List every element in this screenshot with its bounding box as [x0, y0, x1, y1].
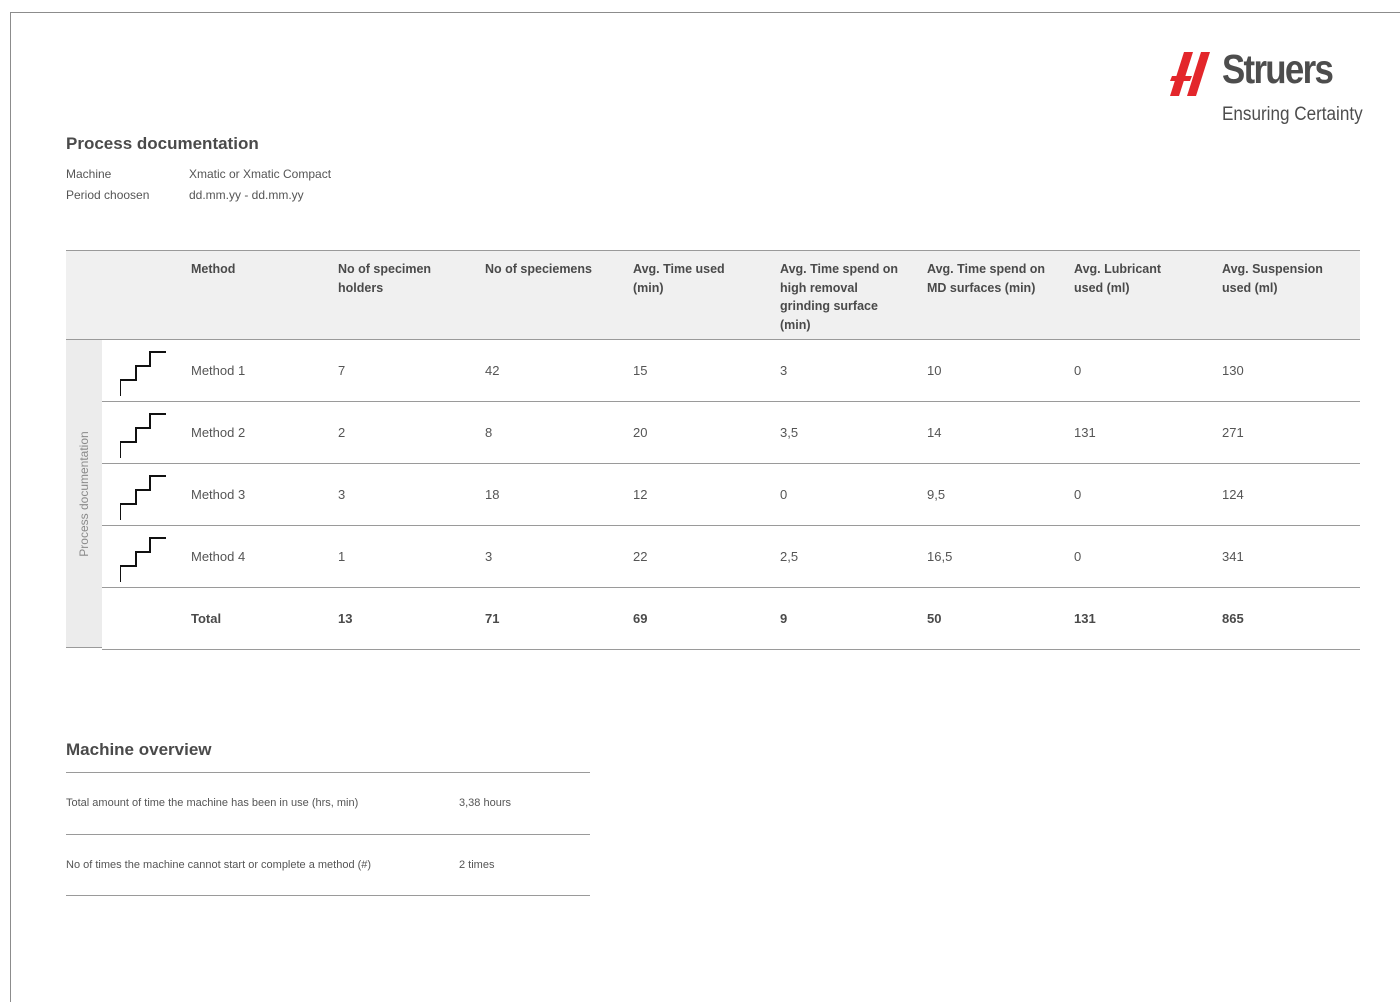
period-value: dd.mm.yy - dd.mm.yy: [189, 188, 304, 202]
table-cell: 0: [1074, 363, 1082, 378]
table-cell: 341: [1222, 549, 1244, 564]
divider: [66, 895, 590, 896]
brand-name: Struers: [1222, 46, 1334, 92]
total-cell: 69: [633, 611, 648, 626]
table-cell: 12: [633, 487, 648, 502]
method-cell: Method 2: [191, 425, 246, 440]
table-cell: 8: [485, 425, 493, 440]
method-cell: Method 4: [191, 549, 246, 564]
total-cell: 71: [485, 611, 500, 626]
machine-value: Xmatic or Xmatic Compact: [189, 167, 332, 181]
table-cell: 131: [1074, 425, 1096, 440]
total-label: Total: [191, 611, 222, 626]
page-title: Process documentation: [66, 134, 259, 153]
table-cell: 22: [633, 549, 648, 564]
table-cell: 130: [1222, 363, 1244, 378]
side-band: Process documentation: [66, 340, 102, 648]
table-row: Method 1 7 42 15 3 10 0 130: [102, 340, 1360, 402]
table-cell: 3: [780, 363, 788, 378]
column-header: No of specimen holders: [338, 262, 432, 295]
overview-value: 2 times: [459, 859, 495, 871]
table-cell: 15: [633, 363, 648, 378]
table-row: Method 4 1 3 22 2,5 16,5 0 341: [102, 526, 1360, 588]
table-total-row: Total 13 71 69 9 50 131 865: [102, 588, 1360, 650]
machine-label: Machine: [66, 167, 112, 181]
struers-logo: Struers Ensuring Certainty: [1170, 46, 1363, 130]
overview-label: No of times the machine cannot start or …: [66, 859, 372, 871]
table-cell: 42: [485, 363, 500, 378]
stairs-icon: [120, 537, 166, 582]
column-header: Avg. Time used (min): [633, 262, 725, 295]
table-cell: 2,5: [780, 549, 799, 564]
table-cell: 0: [1074, 487, 1082, 502]
table-cell: 16,5: [927, 549, 953, 564]
column-header: Avg. Time spend on high removal grinding…: [780, 262, 899, 332]
column-header: Avg. Time spend on MD surfaces (min): [927, 262, 1046, 295]
table-cell: 3: [338, 487, 346, 502]
overview-value: 3,38 hours: [459, 797, 511, 809]
table-cell: 124: [1222, 487, 1244, 502]
table-cell: 14: [927, 425, 942, 440]
side-label: Process documentation: [77, 431, 91, 557]
column-header: Avg. Suspension used (ml): [1222, 262, 1323, 295]
table-cell: 20: [633, 425, 648, 440]
divider: [66, 834, 590, 835]
table-cell: 0: [780, 487, 788, 502]
machine-overview-title: Machine overview: [66, 740, 212, 759]
divider: [66, 772, 590, 773]
table-cell: 10: [927, 363, 942, 378]
method-cell: Method 3: [191, 487, 246, 502]
total-cell: 13: [338, 611, 353, 626]
stairs-icon: [120, 351, 166, 396]
brand-tagline: Ensuring Certainty: [1222, 104, 1363, 125]
total-cell: 131: [1074, 611, 1096, 626]
period-label: Period choosen: [66, 188, 150, 202]
table-cell: 18: [485, 487, 500, 502]
total-cell: 9: [780, 611, 788, 626]
method-cell: Method 1: [191, 363, 246, 378]
column-header: No of speciemens: [485, 262, 592, 276]
table-row: Method 2 2 8 20 3,5 14 131 271: [102, 402, 1360, 464]
table-cell: 271: [1222, 425, 1244, 440]
table-cell: 3,5: [780, 425, 799, 440]
table-row: Method 3 3 18 12 0 9,5 0 124: [102, 464, 1360, 526]
table-cell: 1: [338, 549, 346, 564]
table-cell: 9,5: [927, 487, 946, 502]
table-cell: 0: [1074, 549, 1082, 564]
stairs-icon: [120, 475, 166, 520]
total-cell: 865: [1222, 611, 1244, 626]
struers-logo-mark-icon: [1170, 52, 1210, 96]
table-header: Method No of specimen holders No of spec…: [66, 250, 1360, 340]
overview-label: Total amount of time the machine has bee…: [66, 797, 359, 809]
side-band-bottom-divider: [66, 647, 102, 648]
table-cell: 2: [338, 425, 346, 440]
column-header: Method: [191, 262, 236, 276]
stairs-icon: [120, 413, 166, 458]
table-cell: 3: [485, 549, 493, 564]
column-header: Avg. Lubricant used (ml): [1074, 262, 1162, 295]
table-cell: 7: [338, 363, 346, 378]
total-cell: 50: [927, 611, 942, 626]
